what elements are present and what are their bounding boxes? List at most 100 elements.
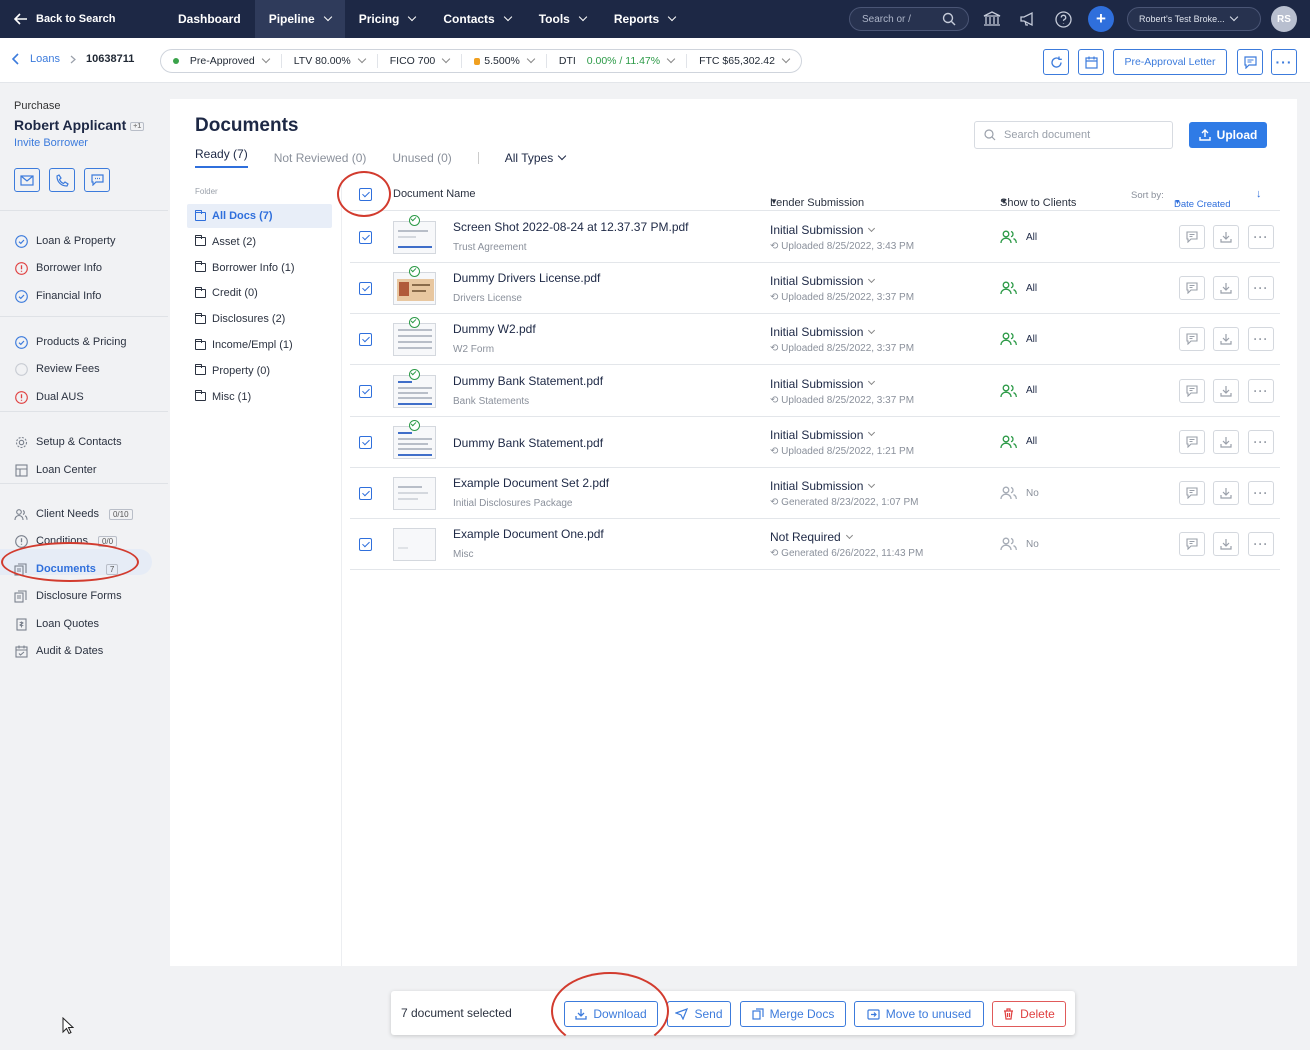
comments-button[interactable] (1237, 49, 1263, 75)
table-row[interactable]: Example Document Set 2.pdf Initial Disclo… (350, 468, 1280, 519)
document-name-link[interactable]: Dummy Bank Statement.pdf (453, 436, 603, 450)
row-checkbox[interactable] (359, 538, 372, 552)
document-name-link[interactable]: Example Document One.pdf (453, 527, 604, 541)
folder-item[interactable]: Credit (0) (187, 281, 332, 305)
sidebar-item-financial-info[interactable]: Financial Info (14, 289, 101, 303)
sidebar-item-client-needs[interactable]: Client Needs 0/10 (14, 507, 133, 521)
row-checkbox[interactable] (359, 282, 372, 296)
move-to-unused-button[interactable]: Move to unused (854, 1001, 984, 1027)
col-document-name[interactable]: Document Name (393, 188, 476, 200)
row-more-button[interactable]: ··· (1248, 378, 1274, 403)
client-visibility[interactable]: All (1000, 281, 1037, 295)
ltv-pill[interactable]: LTV 80.00% (282, 54, 378, 68)
lender-submission-dropdown[interactable]: Not Required (770, 530, 853, 544)
sidebar-item-disclosure-forms[interactable]: Disclosure Forms (14, 589, 122, 603)
download-row-button[interactable] (1213, 429, 1239, 454)
document-name-link[interactable]: Dummy Bank Statement.pdf (453, 374, 603, 388)
document-name-link[interactable]: Screen Shot 2022-08-24 at 12.37.37 PM.pd… (453, 220, 689, 234)
table-row[interactable]: Dummy Bank Statement.pdf Bank Statements I… (350, 366, 1280, 417)
comment-button[interactable] (1179, 481, 1205, 505)
folder-item[interactable]: Disclosures (2) (187, 307, 332, 331)
comment-button[interactable] (1179, 429, 1205, 454)
row-checkbox[interactable] (359, 384, 372, 398)
download-row-button[interactable] (1213, 276, 1239, 301)
megaphone-icon[interactable] (1017, 8, 1039, 30)
upload-button[interactable]: Upload (1189, 122, 1267, 148)
sidebar-item-audit-dates[interactable]: Audit & Dates (14, 644, 103, 658)
table-row[interactable]: Dummy Bank Statement.pdf Initial Submissi… (350, 417, 1280, 468)
chevron-left-icon[interactable] (12, 53, 20, 65)
sidebar-item-setup-contacts[interactable]: Setup & Contacts (14, 435, 122, 449)
lender-submission-dropdown[interactable]: Initial Submission (770, 325, 876, 339)
table-row[interactable]: Dummy W2.pdf W2 Form Initial Submission ⟲ U… (350, 314, 1280, 366)
sidebar-item-borrower-info[interactable]: Borrower Info (14, 261, 102, 275)
avatar[interactable]: RS (1271, 6, 1297, 32)
comment-button[interactable] (1179, 276, 1205, 301)
comment-button[interactable] (1179, 532, 1205, 557)
client-visibility[interactable]: No (1000, 486, 1039, 500)
row-checkbox[interactable] (359, 435, 372, 449)
download-row-button[interactable] (1213, 532, 1239, 557)
rate-pill[interactable]: 5.500% (462, 54, 547, 68)
call-button[interactable] (49, 168, 75, 192)
message-button[interactable] (84, 168, 110, 192)
folder-item[interactable]: Income/Empl (1) (187, 333, 332, 357)
sidebar-item-loan-property[interactable]: Loan & Property (14, 234, 116, 248)
document-search-input[interactable]: Search document (974, 121, 1173, 149)
sidebar-item-review-fees[interactable]: Review Fees (14, 362, 100, 376)
client-visibility[interactable]: All (1000, 332, 1037, 346)
sidebar-item-loan-center[interactable]: Loan Center (14, 463, 97, 477)
more-options-button[interactable]: ··· (1271, 49, 1297, 75)
document-thumbnail[interactable] (393, 477, 436, 510)
lender-submission-dropdown[interactable]: Initial Submission (770, 479, 876, 493)
delete-button[interactable]: Delete (992, 1001, 1066, 1027)
status-pill[interactable]: Pre-Approved (161, 54, 282, 68)
pre-approval-letter-button[interactable]: Pre-Approval Letter (1113, 49, 1227, 75)
download-row-button[interactable] (1213, 378, 1239, 403)
bank-icon[interactable] (981, 8, 1003, 30)
type-filter-dropdown[interactable]: All Types (505, 151, 567, 165)
nav-dashboard[interactable]: Dashboard (164, 0, 255, 38)
row-more-button[interactable]: ··· (1248, 532, 1274, 557)
document-thumbnail[interactable] (393, 272, 436, 306)
client-visibility[interactable]: No (1000, 537, 1039, 551)
document-name-link[interactable]: Dummy Drivers License.pdf (453, 271, 600, 285)
comment-button[interactable] (1179, 327, 1205, 352)
row-more-button[interactable]: ··· (1248, 327, 1274, 352)
back-to-search-button[interactable]: Back to Search (0, 0, 164, 38)
folder-item[interactable]: Property (0) (187, 359, 332, 383)
nav-tools[interactable]: Tools (525, 0, 600, 38)
sidebar-item-loan-quotes[interactable]: Loan Quotes (14, 617, 99, 631)
lender-submission-dropdown[interactable]: Initial Submission (770, 377, 876, 391)
email-button[interactable] (14, 168, 40, 192)
ftc-pill[interactable]: FTC $65,302.42 (687, 54, 801, 68)
row-more-button[interactable]: ··· (1248, 276, 1274, 301)
document-name-link[interactable]: Example Document Set 2.pdf (453, 476, 609, 490)
folder-item[interactable]: All Docs (7) (187, 204, 332, 228)
download-row-button[interactable] (1213, 327, 1239, 352)
invite-borrower-link[interactable]: Invite Borrower (14, 137, 88, 149)
dti-pill[interactable]: DTI 0.00% / 11.47% (547, 54, 688, 68)
calendar-button[interactable] (1078, 49, 1104, 75)
lender-submission-dropdown[interactable]: Initial Submission (770, 223, 876, 237)
tab-ready[interactable]: Ready (7) (195, 147, 248, 168)
download-row-button[interactable] (1213, 225, 1239, 249)
broker-selector[interactable]: Robert's Test Broke... (1127, 7, 1261, 31)
tab-unused[interactable]: Unused (0) (392, 151, 451, 165)
sidebar-item-products-pricing[interactable]: Products & Pricing (14, 335, 126, 349)
client-visibility[interactable]: All (1000, 384, 1037, 398)
client-visibility[interactable]: All (1000, 230, 1037, 244)
help-icon[interactable] (1052, 8, 1074, 30)
comment-button[interactable] (1179, 378, 1205, 403)
table-row[interactable]: Dummy Drivers License.pdf Drivers License… (350, 263, 1280, 315)
nav-pricing[interactable]: Pricing (345, 0, 430, 38)
lender-submission-dropdown[interactable]: Initial Submission (770, 428, 876, 442)
co-borrower-tag[interactable]: +1 (130, 121, 145, 131)
add-button[interactable]: + (1088, 6, 1114, 32)
fico-pill[interactable]: FICO 700 (378, 54, 463, 68)
folder-item[interactable]: Misc (1) (187, 385, 332, 409)
table-row[interactable]: Example Document One.pdf Misc Not Required… (350, 519, 1280, 571)
breadcrumb-loans-link[interactable]: Loans (30, 53, 60, 65)
lender-submission-dropdown[interactable]: Initial Submission (770, 274, 876, 288)
global-search-input[interactable]: Search or / (849, 7, 969, 31)
